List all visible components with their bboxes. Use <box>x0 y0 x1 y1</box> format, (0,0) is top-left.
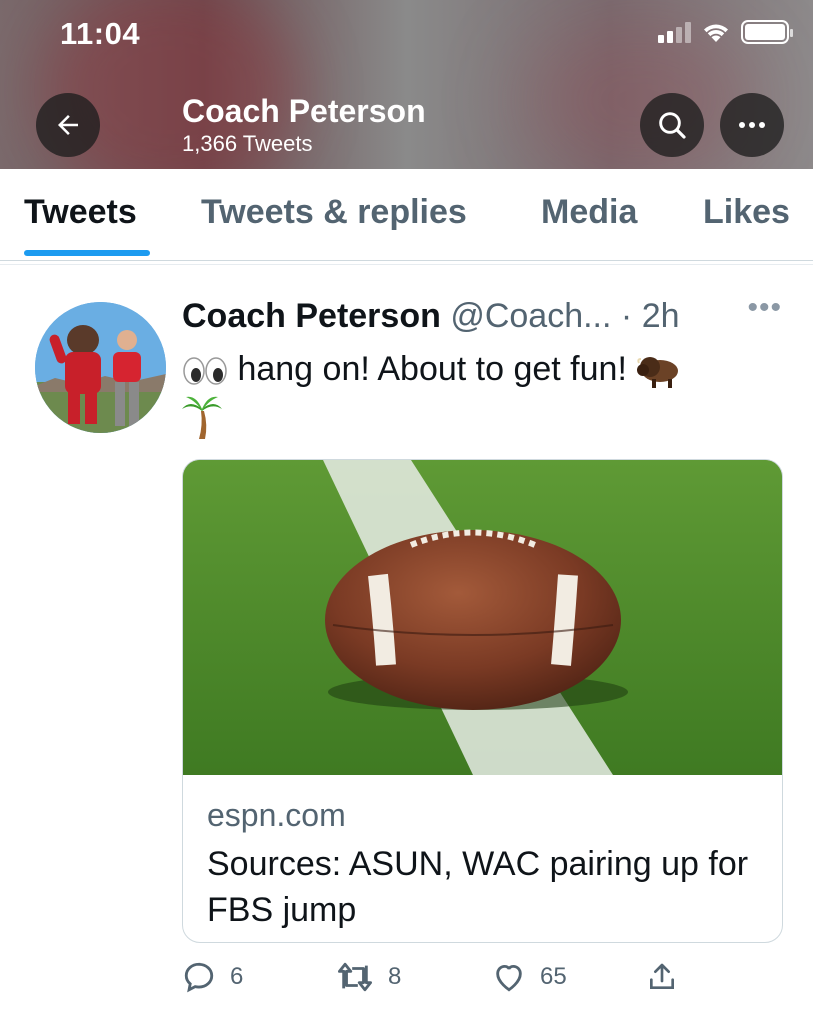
tweet-separator: · <box>620 297 633 335</box>
card-image <box>183 460 782 775</box>
profile-name: Coach Peterson <box>182 93 426 129</box>
back-arrow-icon <box>58 115 78 135</box>
bison-emoji <box>637 357 679 389</box>
tweet-actions: 6 8 65 <box>182 960 682 1008</box>
card-title: Sources: ASUN, WAC pairing up for FBS ju… <box>207 845 749 929</box>
more-icon <box>739 122 765 128</box>
share-button[interactable] <box>646 960 678 994</box>
tweet-header: Coach Peterson @Coach... · 2h ••• <box>182 291 782 341</box>
tweet-body: hang on! About to get fun! <box>182 346 782 440</box>
retweet-count: 8 <box>388 963 402 990</box>
status-time: 11:04 <box>60 16 141 51</box>
search-icon <box>659 112 686 139</box>
tab-media[interactable]: Media <box>541 193 637 232</box>
avatar[interactable] <box>35 302 166 433</box>
active-tab-indicator <box>24 250 150 256</box>
more-options-button[interactable] <box>720 93 784 157</box>
search-button[interactable] <box>640 93 704 157</box>
divider <box>0 264 813 265</box>
retweet-button[interactable]: 8 <box>336 960 401 994</box>
cellular-signal-icon <box>658 21 691 43</box>
profile-header: 11:04 Coach Peterson 1,366 Tweets <box>0 0 813 169</box>
back-button[interactable] <box>36 93 100 157</box>
tweet-text: hang on! About to get fun! <box>237 350 627 388</box>
profile-tabs: Tweets Tweets & replies Media Likes <box>0 169 813 261</box>
link-card[interactable]: espn.com Sources: ASUN, WAC pairing up f… <box>182 459 783 943</box>
status-icons <box>658 20 793 44</box>
reply-count: 6 <box>230 963 244 990</box>
card-domain: espn.com <box>207 797 346 833</box>
tab-likes[interactable]: Likes <box>703 193 790 232</box>
tweet-author-handle[interactable]: @Coach... <box>450 297 611 335</box>
reply-button[interactable]: 6 <box>182 960 243 994</box>
eyes-emoji <box>183 357 227 385</box>
reply-icon <box>184 962 214 993</box>
tab-tweets[interactable]: Tweets <box>24 193 137 232</box>
tweet-more-icon[interactable]: ••• <box>747 291 782 325</box>
like-count: 65 <box>540 963 567 990</box>
tab-tweets-and-replies[interactable]: Tweets & replies <box>201 193 467 232</box>
like-button[interactable]: 65 <box>492 960 567 994</box>
wifi-icon <box>704 24 728 42</box>
palm-tree-emoji <box>182 396 222 440</box>
tweet-author-name[interactable]: Coach Peterson <box>182 297 441 335</box>
retweet-icon <box>337 962 372 992</box>
share-icon <box>650 963 674 989</box>
tweet-count: 1,366 Tweets <box>182 131 313 156</box>
tweet-time[interactable]: 2h <box>642 297 680 335</box>
battery-icon <box>741 20 793 44</box>
heart-icon <box>496 964 522 992</box>
